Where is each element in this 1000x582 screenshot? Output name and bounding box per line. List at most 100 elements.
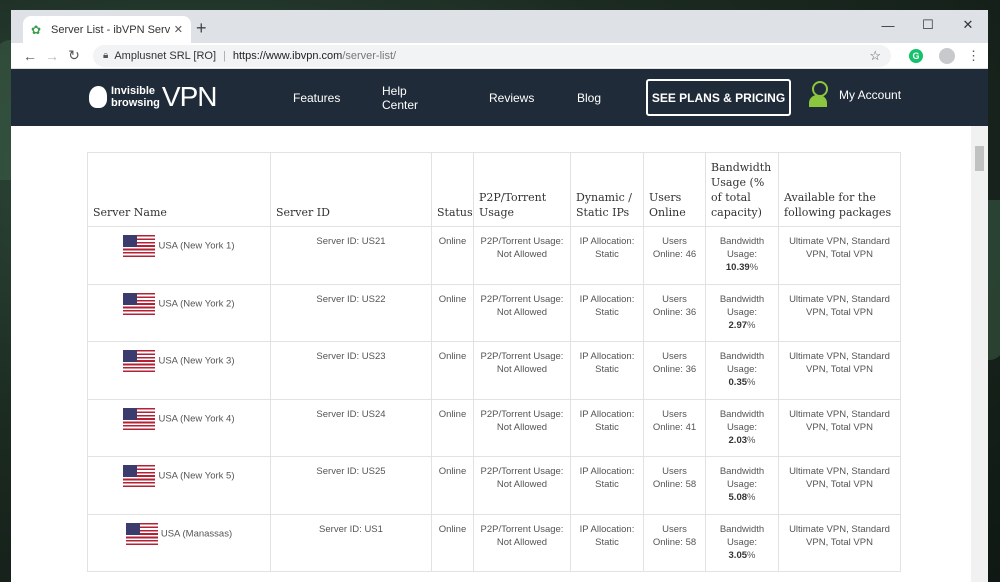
tab-title: Server List - ibVPN Server Netw: [51, 23, 170, 36]
site-org: Amplusnet SRL [RO]: [114, 49, 217, 62]
p2p-usage: P2P/Torrent Usage: Not Allowed: [473, 398, 571, 457]
server-name-cell: USA (New York 4): [87, 398, 271, 457]
table-header-row: Server Name Server ID Status P2P/Torrent…: [87, 152, 901, 227]
table-row: USA (New York 2) Server ID: US22 Online P2P…: [87, 283, 901, 342]
server-status: Online: [431, 456, 474, 515]
ip-allocation: IP Allocation: Static: [570, 513, 644, 572]
browser-menu-icon[interactable]: ⋮: [967, 48, 980, 64]
usa-flag-icon: [125, 522, 158, 545]
packages: Ultimate VPN, Standard VPN, Total VPN: [778, 398, 901, 457]
users-online-label: Users Online:: [652, 523, 687, 548]
forward-icon[interactable]: →: [41, 48, 63, 64]
server-id: Server ID: US21: [270, 226, 432, 285]
usa-flag-icon: [123, 465, 156, 487]
bandwidth-cell: Bandwidth Usage: 0.35%: [705, 341, 779, 400]
site-logo[interactable]: Invisible browsing VPN: [89, 81, 218, 113]
tab-strip: ✿ Server List - ibVPN Server Netw ✕ + — …: [11, 10, 988, 43]
server-name: USA (Manassas): [160, 528, 233, 540]
reload-icon[interactable]: ↻: [63, 47, 85, 64]
bandwidth-value: 2.97: [728, 319, 748, 331]
logo-line1: Invisible: [111, 85, 156, 97]
col-packages: Available for the following packages: [778, 152, 901, 227]
server-id: Server ID: US1: [270, 513, 432, 572]
table-row: USA (Manassas) Server ID: US1 Online P2P/To…: [87, 513, 901, 572]
maximize-icon[interactable]: ☐: [908, 10, 948, 40]
server-status: Online: [431, 398, 474, 457]
logo-vpn: VPN: [161, 81, 218, 112]
users-online-cell: Users Online: 58: [643, 456, 706, 515]
users-online-label: Users Online:: [652, 236, 687, 260]
bookmark-star-icon[interactable]: ☆: [869, 48, 881, 64]
users-online-cell: Users Online: 58: [643, 513, 706, 572]
col-p2p: P2P/Torrent Usage: [473, 152, 571, 227]
packages: Ultimate VPN, Standard VPN, Total VPN: [778, 456, 901, 515]
users-online-label: Users Online:: [652, 408, 687, 433]
col-bandwidth: Bandwidth Usage (% of total capacity): [705, 152, 779, 227]
ip-allocation: IP Allocation: Static: [570, 283, 644, 342]
back-icon[interactable]: ←: [19, 48, 41, 64]
address-separator: |: [223, 49, 226, 62]
nav-blog[interactable]: Blog: [577, 91, 601, 105]
users-online-cell: Users Online: 46: [643, 226, 706, 285]
server-id: Server ID: US25: [270, 456, 432, 515]
server-name: USA (New York 1): [158, 240, 235, 252]
grammarly-extension-icon[interactable]: G: [909, 48, 923, 63]
minimize-icon[interactable]: —: [868, 10, 908, 40]
server-status: Online: [431, 226, 474, 285]
table-row: USA (New York 1) Server ID: US21 Online P2P…: [87, 226, 901, 285]
new-tab-button[interactable]: +: [196, 18, 207, 39]
browser-toolbar: ← → ↻ 🔒︎ Amplusnet SRL [RO] | https://ww…: [11, 43, 988, 69]
users-online-cell: Users Online: 36: [643, 283, 706, 342]
bandwidth-cell: Bandwidth Usage: 2.97%: [705, 283, 779, 342]
close-window-icon[interactable]: ✕: [948, 10, 988, 40]
nav-reviews[interactable]: Reviews: [489, 91, 534, 105]
ip-allocation: IP Allocation: Static: [570, 456, 644, 515]
users-online-value: 36: [685, 306, 697, 318]
browser-tab[interactable]: ✿ Server List - ibVPN Server Netw ✕: [23, 16, 191, 43]
ip-allocation: IP Allocation: Static: [570, 341, 644, 400]
server-name-cell: USA (New York 5): [87, 456, 271, 515]
table-row: USA (New York 5) Server ID: US25 Online P2P…: [87, 456, 901, 515]
site-header: Invisible browsing VPN Features Help Cen…: [11, 69, 988, 126]
server-status: Online: [431, 283, 474, 342]
server-name-cell: USA (New York 1): [87, 226, 271, 285]
profile-avatar[interactable]: [939, 47, 955, 64]
server-status: Online: [431, 341, 474, 400]
col-status: Status: [431, 152, 474, 227]
server-status: Online: [431, 513, 474, 572]
bandwidth-label: Bandwidth Usage:: [719, 351, 765, 375]
server-name-cell: USA (New York 3): [87, 341, 271, 400]
bandwidth-label: Bandwidth Usage:: [719, 293, 765, 318]
packages: Ultimate VPN, Standard VPN, Total VPN: [778, 341, 901, 400]
col-server-name: Server Name: [87, 152, 271, 227]
server-id: Server ID: US22: [270, 283, 432, 342]
packages: Ultimate VPN, Standard VPN, Total VPN: [778, 283, 901, 342]
bandwidth-value: 3.05: [728, 549, 748, 561]
bandwidth-cell: Bandwidth Usage: 2.03%: [705, 398, 779, 457]
users-online-label: Users Online:: [652, 351, 687, 375]
tab-close-icon[interactable]: ✕: [174, 23, 183, 36]
users-online-value: 58: [685, 536, 697, 548]
users-online-value: 46: [685, 249, 697, 260]
logo-face-icon: [89, 86, 107, 108]
users-online-value: 58: [685, 479, 697, 490]
users-online-value: 41: [685, 421, 697, 433]
nav-help-center[interactable]: Help Center: [382, 84, 418, 112]
nav-features[interactable]: Features: [293, 91, 340, 105]
scrollbar-thumb[interactable]: [975, 146, 984, 171]
server-table: Server Name Server ID Status P2P/Torrent…: [87, 152, 901, 572]
p2p-usage: P2P/Torrent Usage: Not Allowed: [473, 456, 571, 515]
bandwidth-label: Bandwidth Usage:: [719, 408, 765, 433]
bandwidth-cell: Bandwidth Usage: 10.39%: [705, 226, 779, 285]
favicon-icon: ✿: [31, 22, 42, 37]
packages: Ultimate VPN, Standard VPN, Total VPN: [778, 513, 901, 572]
see-plans-button[interactable]: SEE PLANS & PRICING: [646, 79, 791, 116]
page-scrollbar[interactable]: [971, 126, 988, 582]
usa-flag-icon: [123, 235, 156, 257]
server-name: USA (New York 5): [158, 470, 235, 482]
ip-allocation: IP Allocation: Static: [570, 398, 644, 457]
my-account-link[interactable]: My Account: [809, 81, 901, 109]
server-name-cell: USA (Manassas): [87, 513, 271, 572]
address-bar[interactable]: 🔒︎ Amplusnet SRL [RO] | https://www.ibvp…: [93, 44, 891, 67]
users-online-label: Users Online:: [652, 293, 687, 318]
